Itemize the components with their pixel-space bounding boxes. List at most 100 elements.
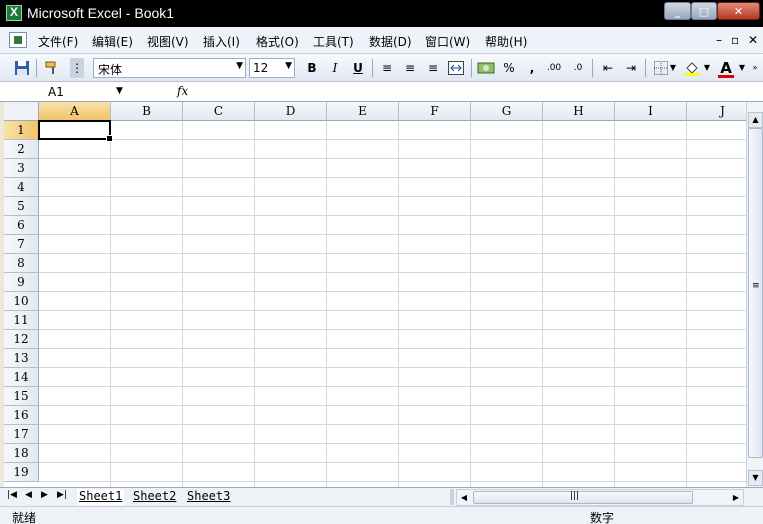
- row-header-16[interactable]: 16: [4, 406, 39, 425]
- align-left-icon[interactable]: ≡: [377, 58, 397, 78]
- column-header-h[interactable]: H: [543, 102, 615, 121]
- column-header-d[interactable]: D: [255, 102, 327, 121]
- align-center-icon[interactable]: ≡: [400, 58, 420, 78]
- menu-bar: 文件(F) 编辑(E) 视图(V) 插入(I) 格式(O) 工具(T) 数据(D…: [0, 27, 763, 54]
- column-header-b[interactable]: B: [111, 102, 183, 121]
- workbook-icon[interactable]: [9, 32, 27, 48]
- borders-dropdown-icon[interactable]: ▼: [668, 58, 678, 78]
- sheet-tab-sheet3[interactable]: Sheet3: [185, 489, 232, 505]
- menu-data[interactable]: 数据(D): [369, 33, 412, 50]
- toolbar-overflow-icon[interactable]: »: [749, 58, 761, 78]
- active-cell-selection[interactable]: [38, 120, 113, 142]
- row-header-12[interactable]: 12: [4, 330, 39, 349]
- decrease-decimal-button[interactable]: .0: [568, 58, 588, 78]
- select-all-button[interactable]: [4, 102, 39, 121]
- grip-icon: ≡: [752, 281, 760, 291]
- currency-icon[interactable]: [476, 58, 496, 78]
- menu-file[interactable]: 文件(F): [38, 33, 78, 50]
- increase-indent-icon[interactable]: ⇥: [621, 58, 641, 78]
- title-bar: Microsoft Excel - Book1 _ □ ✕: [0, 0, 763, 27]
- row-header-8[interactable]: 8: [4, 254, 39, 273]
- row-header-7[interactable]: 7: [4, 235, 39, 254]
- close-button[interactable]: ✕: [717, 2, 760, 20]
- cell-area[interactable]: [39, 121, 746, 487]
- scroll-left-icon[interactable]: ◀: [457, 491, 471, 505]
- tab-split-handle[interactable]: [450, 489, 454, 505]
- row-header-13[interactable]: 13: [4, 349, 39, 368]
- column-header-c[interactable]: C: [183, 102, 255, 121]
- workbook-close-button[interactable]: ✕: [748, 33, 758, 47]
- row-header-2[interactable]: 2: [4, 140, 39, 159]
- underline-button[interactable]: U: [348, 58, 368, 78]
- menu-edit[interactable]: 编辑(E): [92, 33, 133, 50]
- scroll-up-icon[interactable]: ▲: [748, 112, 763, 128]
- fill-color-dropdown-icon[interactable]: ▼: [702, 58, 712, 78]
- menu-insert[interactable]: 插入(I): [203, 33, 240, 50]
- worksheet-grid[interactable]: ABCDEFGHIJ 1 2 3 4 5 6 7 8 9 10 11 12 13 14 15 16 17 18 19: [4, 102, 746, 487]
- horizontal-scrollbar[interactable]: ◀ ||| ▶: [456, 489, 744, 506]
- row-header-3[interactable]: 3: [4, 159, 39, 178]
- insert-function-icon[interactable]: fx: [177, 84, 188, 98]
- row-header-9[interactable]: 9: [4, 273, 39, 292]
- vertical-scrollbar[interactable]: ▲ ≡ ▼: [746, 102, 763, 487]
- workbook-minimize-button[interactable]: –: [716, 33, 722, 47]
- last-sheet-icon[interactable]: ▶|: [57, 490, 67, 500]
- row-header-10[interactable]: 10: [4, 292, 39, 311]
- sheet-tab-sheet2[interactable]: Sheet2: [131, 489, 178, 505]
- sheet-tab-sheet1[interactable]: Sheet1: [77, 489, 125, 505]
- excel-app-icon[interactable]: [6, 5, 22, 21]
- font-color-dropdown-icon[interactable]: ▼: [737, 58, 747, 78]
- save-icon[interactable]: [12, 58, 32, 78]
- maximize-button[interactable]: □: [691, 2, 717, 20]
- font-size-select[interactable]: 12 ▼: [249, 58, 295, 78]
- italic-button[interactable]: I: [325, 58, 345, 78]
- row-header-4[interactable]: 4: [4, 178, 39, 197]
- menu-window[interactable]: 窗口(W): [425, 33, 470, 50]
- menu-help[interactable]: 帮助(H): [485, 33, 527, 50]
- column-header-j[interactable]: J: [687, 102, 746, 121]
- align-right-icon[interactable]: ≡: [423, 58, 443, 78]
- formula-bar: A1 ▼ fx: [0, 82, 763, 102]
- row-header-19[interactable]: 19: [4, 463, 39, 482]
- percent-button[interactable]: %: [499, 58, 519, 78]
- minimize-button[interactable]: _: [664, 2, 691, 20]
- row-header-5[interactable]: 5: [4, 197, 39, 216]
- toolbar-options-icon[interactable]: ⋮: [70, 58, 84, 78]
- fill-color-icon[interactable]: [682, 58, 702, 78]
- bold-button[interactable]: B: [302, 58, 322, 78]
- column-header-a[interactable]: A: [39, 102, 111, 121]
- column-header-f[interactable]: F: [399, 102, 471, 121]
- scroll-right-icon[interactable]: ▶: [729, 491, 743, 505]
- workbook-restore-button[interactable]: ▫: [731, 33, 739, 47]
- font-size-value: 12: [253, 61, 269, 75]
- name-box[interactable]: A1 ▼: [4, 83, 130, 101]
- row-header-11[interactable]: 11: [4, 311, 39, 330]
- prev-sheet-icon[interactable]: ◀: [25, 490, 32, 500]
- vertical-scroll-thumb[interactable]: ≡: [748, 128, 763, 458]
- format-painter-icon[interactable]: [42, 58, 62, 78]
- decrease-indent-icon[interactable]: ⇤: [598, 58, 618, 78]
- menu-view[interactable]: 视图(V): [147, 33, 189, 50]
- first-sheet-icon[interactable]: |◀: [7, 490, 17, 500]
- scroll-down-icon[interactable]: ▼: [748, 470, 763, 486]
- row-header-14[interactable]: 14: [4, 368, 39, 387]
- chevron-down-icon: ▼: [116, 86, 123, 96]
- row-header-1[interactable]: 1: [4, 121, 39, 140]
- row-header-17[interactable]: 17: [4, 425, 39, 444]
- menu-format[interactable]: 格式(O): [256, 33, 299, 50]
- next-sheet-icon[interactable]: ▶: [41, 490, 48, 500]
- row-header-6[interactable]: 6: [4, 216, 39, 235]
- menu-tools[interactable]: 工具(T): [313, 33, 354, 50]
- column-header-i[interactable]: I: [615, 102, 687, 121]
- row-header-15[interactable]: 15: [4, 387, 39, 406]
- horizontal-scroll-thumb[interactable]: |||: [473, 491, 693, 504]
- font-name-select[interactable]: 宋体 ▼: [93, 58, 246, 78]
- comma-style-button[interactable]: ,: [522, 58, 542, 78]
- merge-center-icon[interactable]: [446, 58, 466, 78]
- column-header-g[interactable]: G: [471, 102, 543, 121]
- window-title: Microsoft Excel - Book1: [27, 5, 175, 21]
- row-header-18[interactable]: 18: [4, 444, 39, 463]
- column-header-e[interactable]: E: [327, 102, 399, 121]
- formula-input[interactable]: [196, 83, 758, 101]
- increase-decimal-button[interactable]: .00: [544, 58, 564, 78]
